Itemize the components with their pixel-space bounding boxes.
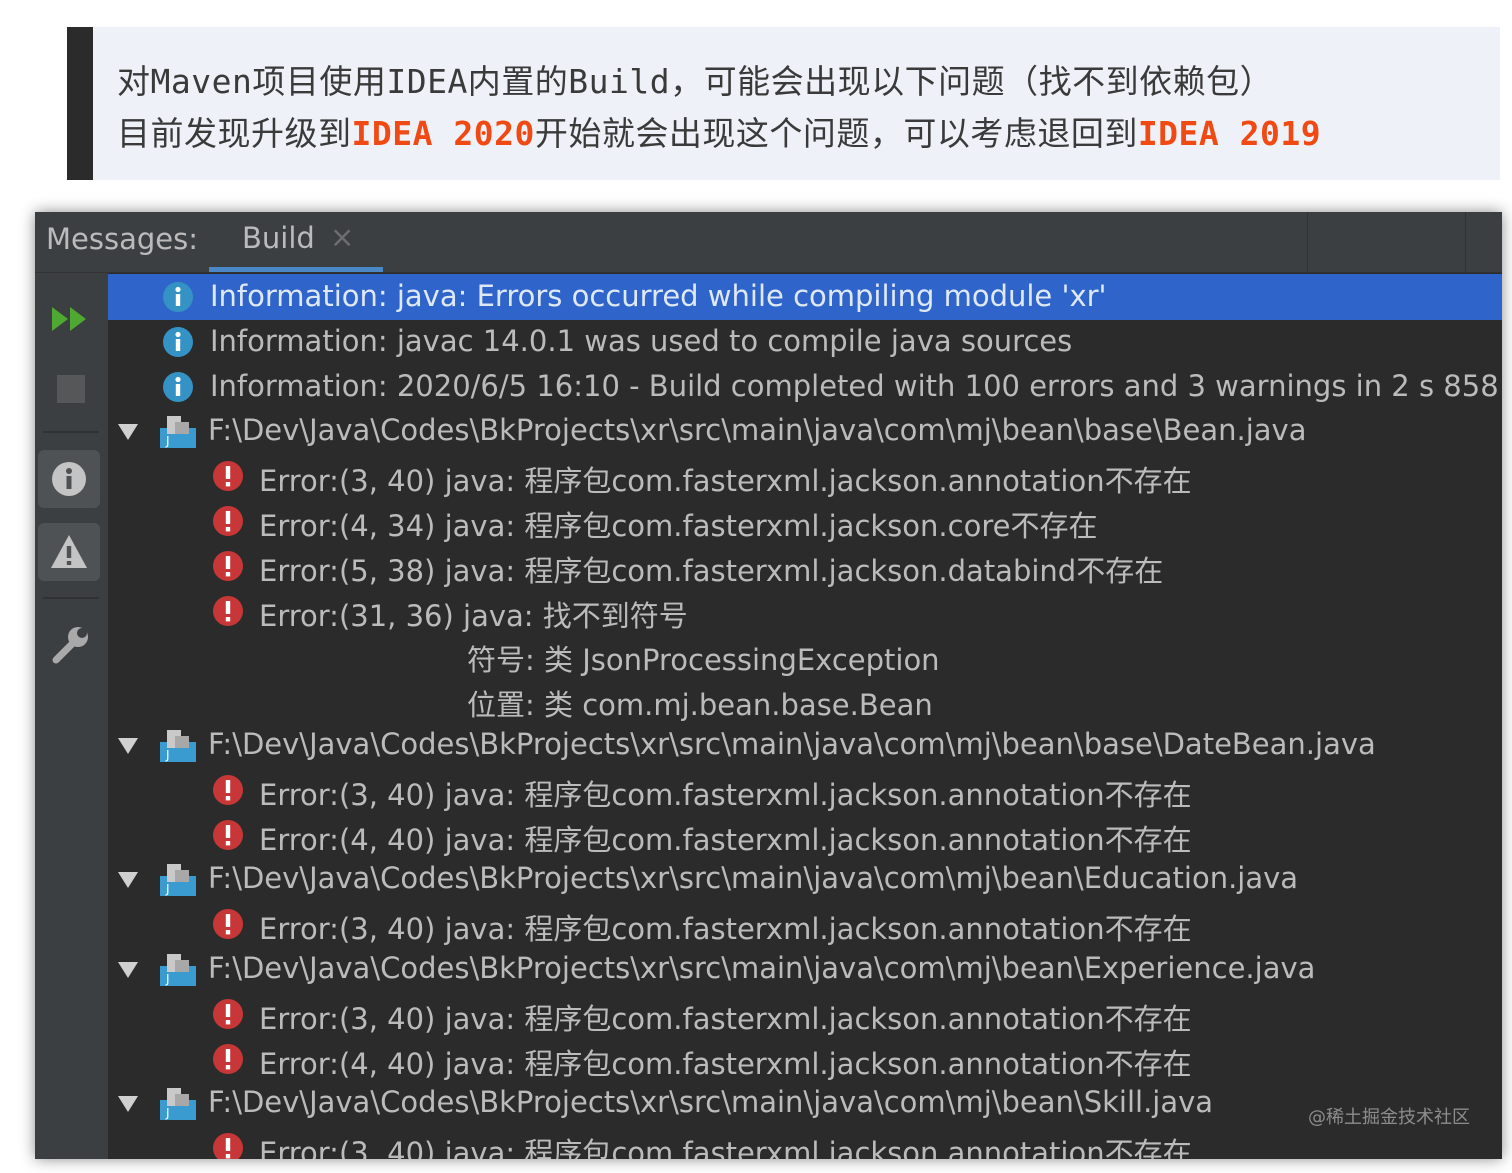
expand-triangle-icon[interactable]: [116, 865, 140, 889]
error-icon: [212, 595, 244, 627]
double-play-icon[interactable]: [49, 297, 93, 341]
message-text: Error:(3, 40) java: 程序包com.fasterxml.jac…: [259, 1136, 1192, 1159]
warning-icon: [51, 535, 87, 568]
info-message-row[interactable]: Information: 2020/6/5 16:10 - Build comp…: [108, 364, 1502, 410]
watermark: @稀土掘金技术社区: [1308, 1107, 1470, 1128]
svg-text:J: J: [165, 882, 170, 896]
svg-text:J: J: [165, 748, 170, 762]
messages-panel: Messages: Build × Information: java: Err…: [35, 212, 1502, 1159]
detail-message-row[interactable]: 符号: 类 JsonProcessingException: [108, 632, 1502, 678]
error-message-row[interactable]: Error:(5, 38) java: 程序包com.fasterxml.jac…: [108, 543, 1502, 589]
note-line-2: 目前发现升级到IDEA 2020开始就会出现这个问题，可以考虑退回到IDEA 2…: [117, 107, 1321, 155]
message-text: Error:(3, 40) java: 程序包com.fasterxml.jac…: [259, 1001, 1192, 1036]
left-toolbar: [35, 273, 108, 1159]
wrench-icon[interactable]: [49, 623, 93, 667]
note-line-2-mid: 开始就会出现这个问题，可以考虑退回到: [534, 114, 1138, 153]
file-message-row[interactable]: J F:\Dev\Java\Codes\BkProjects\xr\src\mai…: [108, 408, 1502, 454]
message-tree: Information: java: Errors occurred while…: [108, 273, 1502, 1159]
messages-label: Messages:: [46, 222, 198, 256]
message-text: Error:(4, 34) java: 程序包com.fasterxml.jac…: [259, 509, 1098, 543]
message-text: Error:(3, 40) java: 程序包com.fasterxml.jac…: [259, 777, 1192, 812]
error-icon: [212, 1043, 244, 1075]
message-text: Error:(5, 38) java: 程序包com.fasterxml.jac…: [259, 553, 1164, 588]
file-message-row[interactable]: J F:\Dev\Java\Codes\BkProjects\xr\src\mai…: [108, 946, 1502, 992]
error-message-row[interactable]: Error:(3, 40) java: 程序包com.fasterxml.jac…: [108, 1125, 1502, 1159]
tab-bar-divider: [1307, 212, 1308, 272]
java-file-icon: J: [158, 950, 198, 988]
info-message-row[interactable]: Information: javac 14.0.1 was used to co…: [108, 319, 1502, 365]
java-file-icon: J: [158, 860, 198, 898]
warning-filter-button[interactable]: [38, 523, 100, 581]
tab-bar: Messages: Build ×: [35, 212, 1502, 273]
error-message-row[interactable]: Error:(4, 40) java: 程序包com.fasterxml.jac…: [108, 1036, 1502, 1082]
message-text: F:\Dev\Java\Codes\BkProjects\xr\src\main…: [208, 413, 1307, 448]
java-file-icon: J: [158, 1084, 198, 1122]
message-text: Error:(3, 40) java: 程序包com.fasterxml.jac…: [259, 464, 1192, 499]
svg-text:J: J: [165, 1106, 170, 1120]
info-icon: [162, 326, 194, 358]
error-icon: [212, 774, 244, 806]
error-message-row[interactable]: Error:(3, 40) java: 程序包com.fasterxml.jac…: [108, 767, 1502, 813]
message-text: F:\Dev\Java\Codes\BkProjects\xr\src\main…: [208, 727, 1376, 761]
error-icon: [212, 908, 244, 940]
message-text: F:\Dev\Java\Codes\BkProjects\xr\src\main…: [208, 1085, 1214, 1120]
info-filter-button[interactable]: [38, 450, 100, 508]
toolbar-separator: [43, 597, 99, 599]
file-message-row[interactable]: J F:\Dev\Java\Codes\BkProjects\xr\src\mai…: [108, 722, 1502, 768]
expand-triangle-icon[interactable]: [116, 955, 140, 979]
error-icon: [212, 998, 244, 1030]
svg-text:J: J: [165, 972, 170, 986]
note-line-1: 对Maven项目使用IDEA内置的Build，可能会出现以下问题（找不到依赖包）: [117, 62, 1274, 101]
java-file-icon: J: [158, 412, 198, 450]
error-icon: [212, 550, 244, 582]
note-highlight-idea-2020: IDEA 2020: [351, 114, 535, 153]
tab-build-label: Build: [242, 221, 315, 255]
message-text: Error:(4, 40) java: 程序包com.fasterxml.jac…: [259, 1046, 1192, 1081]
file-message-row[interactable]: J F:\Dev\Java\Codes\BkProjects\xr\src\mai…: [108, 856, 1502, 902]
error-message-row[interactable]: Error:(3, 40) java: 程序包com.fasterxml.jac…: [108, 901, 1502, 947]
detail-message-row[interactable]: 位置: 类 com.mj.bean.base.Bean: [108, 677, 1502, 723]
tab-bar-divider: [1465, 212, 1466, 272]
error-icon: [212, 819, 244, 851]
message-text: 位置: 类 com.mj.bean.base.Bean: [467, 688, 933, 723]
expand-triangle-icon[interactable]: [116, 1089, 140, 1113]
file-message-row[interactable]: J F:\Dev\Java\Codes\BkProjects\xr\src\mai…: [108, 1080, 1502, 1126]
info-icon: [162, 281, 194, 313]
message-text: Error:(3, 40) java: 程序包com.fasterxml.jac…: [259, 912, 1192, 947]
error-message-row[interactable]: Error:(3, 40) java: 程序包com.fasterxml.jac…: [108, 991, 1502, 1037]
info-icon: [52, 462, 86, 496]
error-message-row[interactable]: Error:(4, 40) java: 程序包com.fasterxml.jac…: [108, 812, 1502, 858]
error-message-row[interactable]: Error:(31, 36) java: 找不到符号: [108, 588, 1502, 634]
message-text: Information: java: Errors occurred while…: [210, 279, 1107, 313]
note-line-2-prefix: 目前发现升级到: [117, 114, 352, 153]
info-message-row[interactable]: Information: java: Errors occurred while…: [108, 274, 1502, 320]
message-text: F:\Dev\Java\Codes\BkProjects\xr\src\main…: [208, 861, 1299, 896]
stop-icon[interactable]: [49, 367, 93, 411]
error-icon: [212, 505, 244, 537]
message-text: Information: 2020/6/5 16:10 - Build comp…: [210, 368, 1502, 403]
error-message-row[interactable]: Error:(4, 34) java: 程序包com.fasterxml.jac…: [108, 498, 1502, 544]
message-text: Error:(31, 36) java: 找不到符号: [259, 598, 688, 633]
svg-text:J: J: [165, 434, 170, 448]
toolbar-separator: [43, 431, 99, 433]
close-icon[interactable]: ×: [330, 220, 354, 254]
message-text: Information: javac 14.0.1 was used to co…: [210, 323, 1073, 358]
note-highlight-idea-2019: IDEA 2019: [1137, 114, 1322, 153]
tab-build[interactable]: Build ×: [209, 212, 383, 272]
message-text: F:\Dev\Java\Codes\BkProjects\xr\src\main…: [208, 951, 1316, 985]
error-icon: [212, 460, 244, 492]
note-block: 对Maven项目使用IDEA内置的Build，可能会出现以下问题（找不到依赖包）…: [67, 27, 1500, 180]
error-icon: [212, 1132, 244, 1159]
info-icon: [162, 371, 194, 403]
expand-triangle-icon[interactable]: [116, 417, 140, 441]
message-text: 符号: 类 JsonProcessingException: [467, 643, 940, 678]
message-text: Error:(4, 40) java: 程序包com.fasterxml.jac…: [259, 822, 1192, 857]
java-file-icon: J: [158, 726, 198, 764]
expand-triangle-icon[interactable]: [116, 731, 140, 755]
error-message-row[interactable]: Error:(3, 40) java: 程序包com.fasterxml.jac…: [108, 453, 1502, 499]
